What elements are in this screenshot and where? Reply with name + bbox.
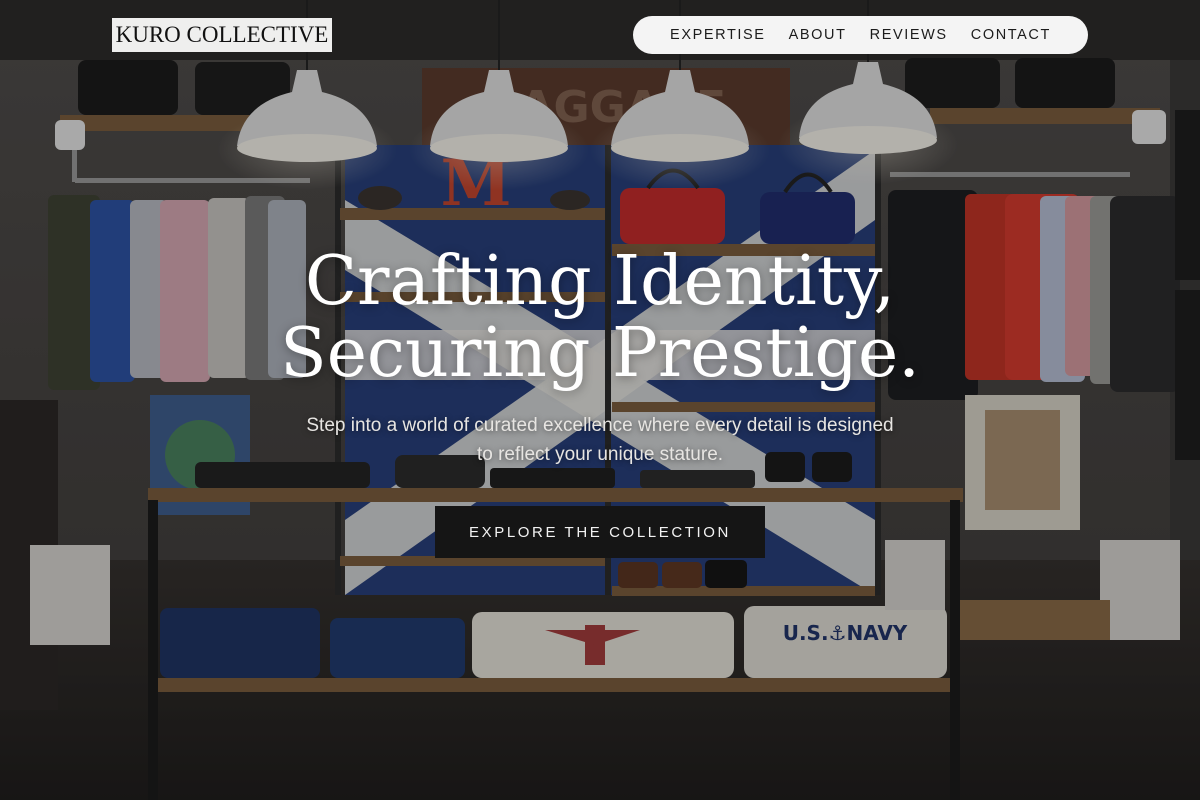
nav-link-reviews[interactable]: REVIEWS [870, 27, 948, 43]
main-nav: EXPERTISE ABOUT REVIEWS CONTACT [633, 16, 1088, 54]
hero-background-image: BAGGAGE M [0, 0, 1200, 800]
nav-link-expertise[interactable]: EXPERTISE [670, 27, 766, 43]
explore-collection-button[interactable]: EXPLORE THE COLLECTION [435, 506, 765, 558]
hero-subtext-line2: to reflect your unique stature. [476, 444, 724, 465]
hero-headline-line2: Securing Prestige. [280, 314, 920, 393]
hero-headline-line1: Crafting Identity, [304, 242, 896, 321]
nav-link-about[interactable]: ABOUT [789, 27, 847, 43]
hero-subtext-line1: Step into a world of curated excellence … [306, 415, 894, 436]
background-shirt-text: U.S.⚓NAVY [783, 621, 908, 645]
brand-logo[interactable]: KURO COLLECTIVE [112, 18, 332, 52]
nav-link-contact[interactable]: CONTACT [971, 27, 1051, 43]
hero-subtext: Step into a world of curated excellence … [270, 411, 930, 469]
hero-headline: Crafting Identity, Securing Prestige. [0, 246, 1200, 390]
